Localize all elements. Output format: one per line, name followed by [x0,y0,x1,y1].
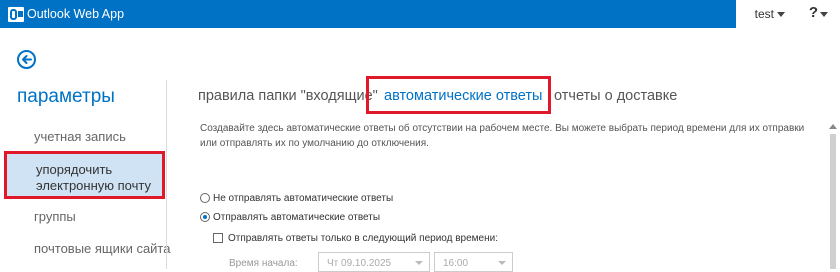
scroll-up-arrow-icon[interactable] [829,124,837,129]
start-time-select[interactable]: 16:00 [434,252,513,272]
top-bar: Outlook Web App test ? [0,0,840,28]
tab-automatic-replies[interactable]: автоматические ответы [366,76,551,114]
start-time-value: 16:00 [443,258,469,269]
tab-inbox-rules[interactable]: правила папки "входящие" [198,88,378,104]
tab-label: автоматические ответы [384,88,543,104]
help-button[interactable]: ? [809,4,818,21]
tab-delivery-reports[interactable]: отчеты о доставке [554,88,677,104]
outlook-logo-icon [8,7,24,22]
start-date-value: Чт 09.10.2025 [327,258,392,269]
chevron-down-icon [415,261,423,265]
time-period-checkbox-label: Отправлять ответы только в следующий пер… [228,233,498,244]
radio-dont-send[interactable] [200,193,210,203]
chevron-down-icon [498,261,506,265]
app-title[interactable]: Outlook Web App [27,7,124,21]
user-menu-area: test ? [736,0,840,28]
radio-send[interactable] [200,212,210,222]
start-time-label: Время начала: [229,258,298,269]
time-period-checkbox[interactable] [213,233,223,243]
start-date-select[interactable]: Чт 09.10.2025 [318,252,430,272]
back-arrow-icon[interactable] [17,50,36,69]
user-menu-chevron-down-icon[interactable] [777,12,785,17]
sidebar-item-organize-email[interactable]: упорядочить электронную почту [4,151,165,199]
scrollbar-thumb[interactable] [830,134,836,269]
sidebar-title: параметры [17,86,115,107]
sidebar-item-site-mailboxes[interactable]: почтовые ящики сайта [34,241,170,256]
sidebar-divider [166,80,167,269]
sidebar-item-label: упорядочить электронную почту [36,162,151,193]
radio-send-label: Отправлять автоматические ответы [213,212,381,223]
help-chevron-down-icon[interactable] [820,12,828,17]
radio-dont-send-label: Не отправлять автоматические ответы [213,193,394,204]
sidebar-item-account[interactable]: учетная запись [34,129,126,144]
description-text: Создавайте здесь автоматические ответы о… [200,123,805,149]
sidebar-item-groups[interactable]: группы [34,209,76,224]
scrollbar[interactable] [826,118,840,269]
user-menu-button[interactable]: test [755,7,774,21]
